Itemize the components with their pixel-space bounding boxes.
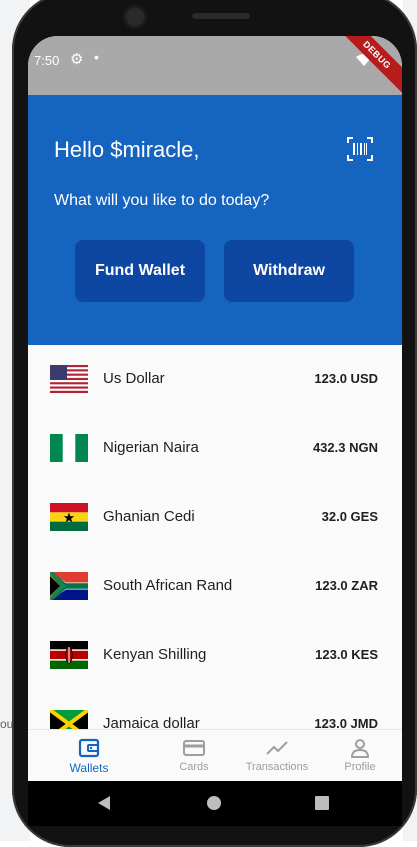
speaker-grille — [192, 13, 250, 19]
app-header: Hello $miracle, What will you like to do… — [28, 95, 402, 345]
front-camera — [126, 8, 144, 26]
wallet-name: Kenyan Shilling — [103, 646, 207, 663]
wallet-amount: 432.3 NGN — [312, 440, 378, 455]
us-flag-icon — [50, 365, 88, 393]
nav-item-profile[interactable]: Profile — [315, 730, 402, 781]
nav-item-cards[interactable]: Cards — [149, 730, 239, 781]
status-time: 7:50 — [34, 53, 60, 68]
wallet-name: Nigerian Naira — [103, 439, 199, 456]
gear-icon: ⚙ — [70, 51, 84, 68]
wallet-row-jmd[interactable]: Jamaica dollar 123.0 JMD — [28, 707, 402, 729]
wallet-amount: 123.0 JMD — [314, 716, 378, 729]
android-navigation-bar — [28, 781, 402, 826]
wallet-icon — [78, 738, 100, 758]
wallet-name: South African Rand — [103, 577, 233, 594]
wallet-row-kes[interactable]: Kenyan Shilling 123.0 KES — [28, 638, 402, 678]
nav-label: Profile — [344, 761, 376, 773]
ghana-flag-icon — [50, 503, 88, 531]
wallet-amount: 123.0 USD — [314, 371, 378, 386]
wallet-row-usd[interactable]: Us Dollar 123.0 USD — [28, 362, 402, 402]
app-screen: 7:50 ⚙ • DEBUG Hello $miracle, What will… — [28, 36, 402, 781]
south-africa-flag-icon — [50, 572, 88, 600]
withdraw-button[interactable]: Withdraw — [224, 240, 354, 302]
wallet-row-ges[interactable]: Ghanian Cedi 32.0 GES — [28, 500, 402, 540]
wallet-name: Jamaica dollar — [103, 715, 200, 729]
wallet-amount: 123.0 ZAR — [315, 578, 378, 593]
bottom-navigation: Wallets Cards Transactions Profile — [28, 729, 402, 781]
greeting-text: Hello $miracle, — [54, 137, 200, 162]
nigeria-flag-icon — [50, 434, 88, 462]
back-icon[interactable] — [92, 791, 116, 815]
debug-banner: DEBUG — [331, 36, 402, 101]
kenya-flag-icon — [50, 641, 88, 669]
wallet-name: Ghanian Cedi — [103, 508, 195, 525]
wallet-name: Us Dollar — [103, 370, 165, 387]
chart-icon — [266, 741, 288, 755]
wallet-amount: 32.0 GES — [321, 509, 378, 524]
jamaica-flag-icon — [50, 710, 88, 729]
nav-label: Transactions — [245, 761, 309, 773]
barcode-scan-icon[interactable] — [346, 135, 374, 163]
recents-icon[interactable] — [310, 791, 334, 815]
nav-item-wallets[interactable]: Wallets — [44, 730, 134, 781]
dot-icon: • — [94, 49, 99, 65]
nav-label: Cards — [179, 761, 209, 773]
nav-label: Wallets — [69, 761, 109, 775]
status-bar: 7:50 ⚙ • DEBUG — [28, 36, 402, 101]
wallet-amount: 123.0 KES — [315, 647, 378, 662]
fund-wallet-button[interactable]: Fund Wallet — [75, 240, 205, 302]
wallet-row-ngn[interactable]: Nigerian Naira 432.3 NGN — [28, 431, 402, 471]
nav-item-transactions[interactable]: Transactions — [232, 730, 322, 781]
subtitle-text: What will you like to do today? — [54, 192, 270, 209]
card-icon — [183, 740, 205, 756]
home-icon[interactable] — [202, 791, 226, 815]
wallet-list: Us Dollar 123.0 USD Nigerian Naira 432.3… — [28, 345, 402, 729]
wallet-row-zar[interactable]: South African Rand 123.0 ZAR — [28, 569, 402, 609]
person-icon — [350, 739, 370, 758]
